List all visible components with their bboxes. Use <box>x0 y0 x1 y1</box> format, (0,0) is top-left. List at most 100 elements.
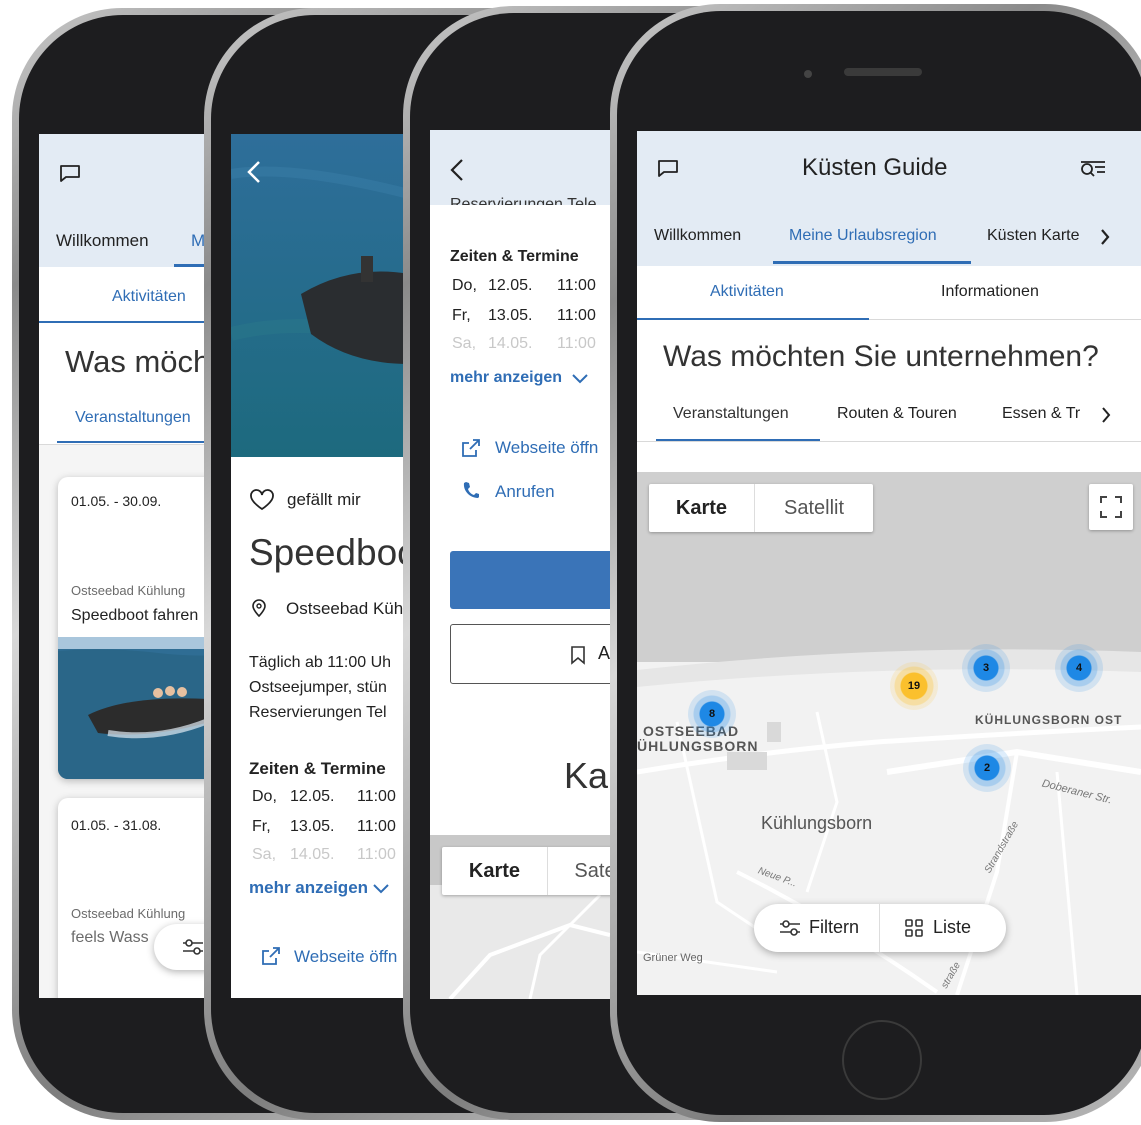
time-day: Do, <box>452 277 477 294</box>
map-cluster-marker[interactable]: 4 <box>1055 644 1103 692</box>
back-chevron-icon[interactable] <box>247 160 261 184</box>
tab-aktivitaeten[interactable]: Aktivitäten <box>112 288 186 306</box>
event-date: 01.05. - 31.08. <box>71 817 162 833</box>
time-date: 14.05. <box>290 846 335 863</box>
list-label: Liste <box>933 917 972 937</box>
list-button[interactable]: Liste <box>880 904 1006 952</box>
speaker-grille <box>844 68 922 76</box>
time-day: Sa, <box>452 335 477 352</box>
more-link[interactable]: mehr anzeigen <box>249 878 368 898</box>
category-essen[interactable]: Essen & Tr <box>1002 405 1080 423</box>
detail-location: Ostseebad Küh <box>286 599 404 618</box>
chat-icon[interactable] <box>657 159 679 179</box>
map-type-toggle: Karte Satellit <box>649 484 873 532</box>
tab-underline <box>773 261 971 264</box>
category-routen-touren[interactable]: Routen & Touren <box>837 405 957 423</box>
website-link[interactable]: Webseite öffn <box>294 947 397 967</box>
phone-icon <box>463 482 479 498</box>
time-value: 11:00 <box>557 335 596 352</box>
chevron-down-icon <box>373 884 389 894</box>
time-date: 13.05. <box>290 818 335 835</box>
like-label[interactable]: gefällt mir <box>287 490 361 510</box>
grid-icon <box>905 919 923 937</box>
time-date: 12.05. <box>488 277 533 294</box>
bookmark-label: A <box>598 643 610 663</box>
detail-title: Speedboo <box>249 532 409 573</box>
chevron-down-icon <box>572 374 588 384</box>
time-value: 11:00 <box>557 307 596 324</box>
filter-label: Filtern <box>809 917 860 937</box>
fullscreen-icon <box>1100 496 1122 518</box>
phone-4-screen: Küsten Guide Willkommen Meine Urlaubsreg… <box>637 131 1141 995</box>
cluster-count: 19 <box>907 680 921 692</box>
map-toggle-karte[interactable]: Karte <box>649 484 754 532</box>
cluster-count: 2 <box>983 762 991 774</box>
chat-icon[interactable] <box>59 164 81 184</box>
time-day: Fr, <box>452 307 471 324</box>
event-title: feels Wass <box>71 929 149 946</box>
map-label: Kühlungsborn <box>761 813 873 833</box>
chevron-right-icon[interactable] <box>1101 407 1111 423</box>
cluster-count: 8 <box>708 708 716 720</box>
map-cluster-marker[interactable]: 8 <box>688 690 736 738</box>
map-toggle-satellit[interactable]: Satellit <box>754 484 873 532</box>
filter-icon <box>183 939 203 955</box>
front-camera <box>804 70 812 78</box>
filter-button[interactable]: Filtern <box>754 904 880 952</box>
tab-aktivitaeten[interactable]: Aktivitäten <box>710 283 784 301</box>
tab-willkommen[interactable]: Willkommen <box>56 231 149 251</box>
category-veranstaltungen[interactable]: Veranstaltungen <box>673 405 789 423</box>
map-heading: Kar <box>564 755 610 796</box>
phone-3-screen: Reservierungen Tele Zeiten & Termine Do,… <box>430 130 610 999</box>
map-toggle-karte[interactable]: Karte <box>442 847 547 895</box>
category-underline <box>57 441 207 443</box>
phone-2-screen: gefällt mir Speedboo Ostseebad Küh Tägli… <box>231 134 409 998</box>
event-date: 01.05. - 30.09. <box>71 493 162 509</box>
map-cluster-marker[interactable]: 2 <box>963 744 1011 792</box>
bookmark-button[interactable]: A <box>450 624 610 684</box>
time-day: Do, <box>252 788 277 805</box>
home-button[interactable] <box>842 1020 922 1100</box>
primary-button[interactable] <box>450 551 610 609</box>
more-link[interactable]: mehr anzeigen <box>450 369 562 387</box>
chevron-right-icon[interactable] <box>1100 229 1110 245</box>
map-label: KÜHLUNGSBORN OST <box>975 713 1123 727</box>
cluster-count: 4 <box>1075 662 1083 674</box>
search-menu-icon[interactable] <box>1079 159 1107 181</box>
tab-kuesten-karte[interactable]: Küsten Karte <box>987 227 1080 245</box>
category-veranstaltungen[interactable]: Veranstaltungen <box>75 409 191 427</box>
divider <box>637 441 1141 442</box>
tab-willkommen[interactable]: Willkommen <box>654 227 741 245</box>
bookmark-icon <box>571 646 585 665</box>
mask <box>430 205 610 215</box>
heart-icon[interactable] <box>249 489 275 511</box>
external-link-icon <box>462 439 480 457</box>
times-heading: Zeiten & Termine <box>450 248 579 265</box>
map-label: Grüner Weg <box>643 952 703 964</box>
time-day: Sa, <box>252 846 277 863</box>
time-date: 12.05. <box>290 788 335 805</box>
times-heading: Zeiten & Termine <box>249 759 386 778</box>
map-toggle-satellit[interactable]: Sate <box>547 847 610 895</box>
app-title: Küsten Guide <box>802 154 948 181</box>
cluster-count: 3 <box>982 662 990 674</box>
event-title: Speedboot fahren <box>71 607 199 624</box>
description-line: Täglich ab 11:00 Uh <box>249 654 392 671</box>
time-value: 11:00 <box>357 788 396 805</box>
description-line: Ostseejumper, stün <box>249 679 387 696</box>
fullscreen-button[interactable] <box>1089 484 1133 530</box>
call-link[interactable]: Anrufen <box>495 482 555 502</box>
tab-informationen[interactable]: Informationen <box>941 283 1039 301</box>
event-place: Ostseebad Kühlung <box>71 906 186 921</box>
region-map[interactable]: OSTSEEBAD ÜHLUNGSBORN KÜHLUNGSBORN OST K… <box>637 472 1141 995</box>
map-cluster-marker[interactable]: 19 <box>890 662 938 710</box>
back-chevron-icon[interactable] <box>450 158 464 182</box>
website-link[interactable]: Webseite öffn <box>495 438 598 458</box>
tab-meine-urlaubsregion[interactable]: Meine Urlaubsregion <box>789 227 937 245</box>
time-value: 11:00 <box>357 818 396 835</box>
description-line: Reservierungen Tel <box>249 704 387 721</box>
subtab-underline <box>637 318 869 320</box>
page-heading: Was möchten Sie unternehmen? <box>663 340 1099 373</box>
map-cluster-marker[interactable]: 3 <box>962 644 1010 692</box>
time-date: 14.05. <box>488 335 533 352</box>
